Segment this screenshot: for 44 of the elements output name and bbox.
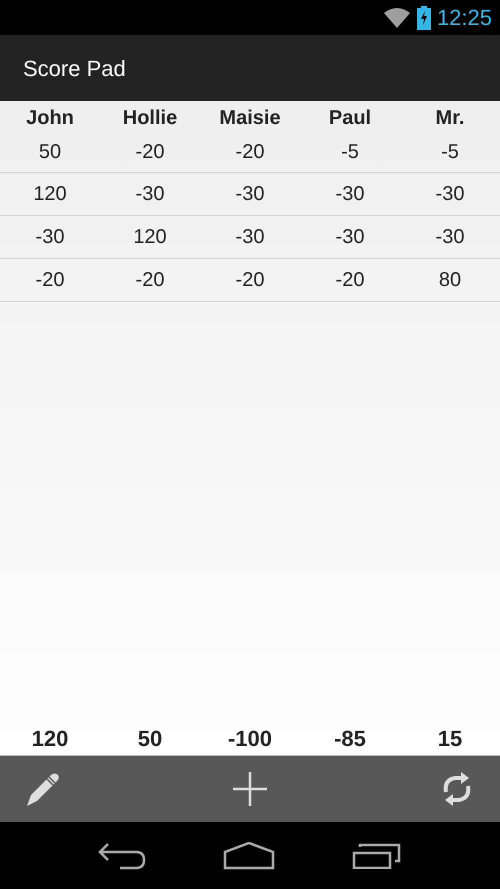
score-cell-text: -30 — [436, 182, 464, 207]
column-header: Hollie — [122, 106, 178, 131]
column-header: Mr. — [436, 106, 464, 131]
wifi-icon — [382, 6, 411, 28]
score-cell-text: 50 — [38, 140, 62, 164]
total-score: 15 — [438, 725, 462, 753]
column-header: John — [26, 106, 74, 131]
score-cell-text: -20 — [136, 140, 164, 164]
home-icon — [222, 842, 275, 870]
score-cell-text: 120 — [133, 225, 167, 250]
score-cell-text: -5 — [441, 140, 459, 164]
score-cell-text: -5 — [341, 140, 359, 164]
total-score: -100 — [228, 725, 272, 753]
score-cell-text: -20 — [236, 140, 264, 164]
clock-time: 12:25 — [436, 4, 492, 32]
column-header: Paul — [328, 106, 372, 131]
score-cell-text: -30 — [336, 182, 364, 207]
back-icon — [98, 842, 146, 870]
refresh-icon — [441, 772, 473, 806]
recent-apps-button[interactable] — [352, 842, 402, 868]
score-cell-text: -30 — [236, 182, 264, 207]
back-button[interactable] — [98, 842, 146, 870]
battery-charging-icon — [416, 6, 431, 30]
score-cell-text: -30 — [436, 225, 464, 250]
score-cell-text: -20 — [36, 268, 64, 293]
recent-apps-icon — [352, 842, 402, 868]
score-cell-text: -30 — [36, 225, 64, 250]
score-cell-text: -20 — [336, 268, 364, 293]
total-score: 50 — [138, 725, 162, 753]
total-score: -85 — [334, 725, 366, 753]
score-cell-text: -20 — [236, 268, 264, 293]
score-cell-text: -20 — [136, 268, 164, 293]
score-cell-text: -30 — [236, 225, 264, 250]
score-cell-text: 80 — [438, 268, 462, 293]
app-title: Score Pad — [23, 54, 126, 82]
plus-icon — [233, 772, 267, 806]
column-header: Maisie — [219, 106, 281, 131]
total-score: 120 — [32, 725, 68, 753]
pencil-icon — [25, 771, 61, 807]
score-cell-text: 120 — [33, 182, 67, 207]
home-button[interactable] — [222, 842, 275, 870]
add-button[interactable] — [230, 769, 270, 809]
score-cell-text: -30 — [136, 182, 164, 207]
score-cell-text: -30 — [336, 225, 364, 250]
